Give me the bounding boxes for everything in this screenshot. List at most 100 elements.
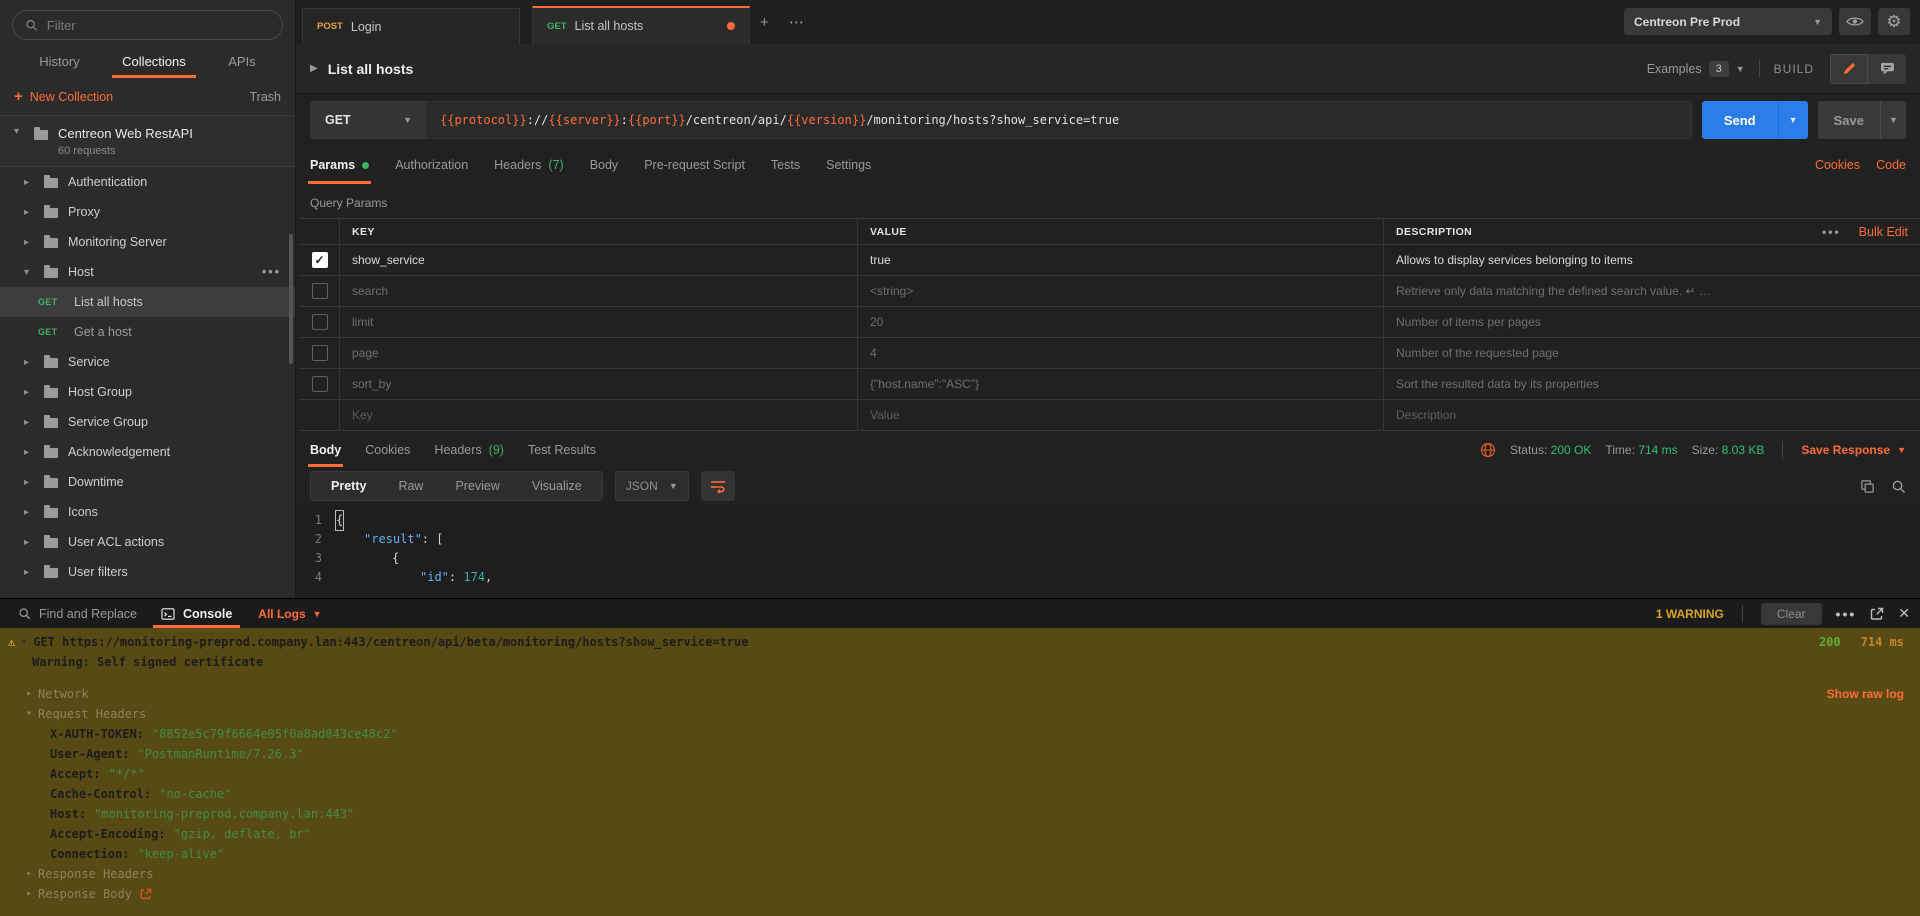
console-section-network[interactable]: ▸ Network Show raw log — [0, 684, 1920, 704]
chevron-down-icon[interactable]: ▾ — [21, 632, 33, 652]
format-selector[interactable]: JSON ▼ — [615, 471, 689, 501]
param-desc[interactable]: Number of the requested page — [1384, 338, 1920, 368]
tab-tests[interactable]: Tests — [771, 146, 800, 184]
search-response-icon[interactable] — [1891, 479, 1906, 494]
param-checkbox[interactable] — [312, 314, 328, 330]
save-response-button[interactable]: Save Response ▼ — [1801, 443, 1906, 457]
sidebar-item-user-acl-actions[interactable]: User ACL actions — [0, 527, 295, 557]
console-section-request-headers[interactable]: ▾ Request Headers — [0, 704, 1920, 724]
param-value[interactable]: 20 — [858, 307, 1384, 337]
sidebar-item-proxy[interactable]: Proxy — [0, 197, 295, 227]
sidebar-item-service[interactable]: Service — [0, 347, 295, 377]
send-button[interactable]: Send — [1702, 101, 1778, 139]
response-tab-headers[interactable]: Headers (9) — [434, 433, 504, 467]
param-key[interactable]: search — [340, 276, 858, 306]
sidebar-scrollbar[interactable] — [289, 234, 293, 364]
log-filter-dropdown[interactable]: All Logs ▼ — [258, 607, 321, 621]
wrap-text-button[interactable] — [701, 471, 735, 501]
tab-history[interactable]: History — [33, 46, 85, 78]
param-key[interactable]: limit — [340, 307, 858, 337]
param-key[interactable]: sort_by — [340, 369, 858, 399]
sidebar-item-downtime[interactable]: Downtime — [0, 467, 295, 497]
find-and-replace-button[interactable]: Find and Replace — [10, 599, 145, 628]
clear-console-button[interactable]: Clear — [1761, 603, 1822, 625]
environment-quick-look-button[interactable] — [1839, 8, 1871, 35]
new-collection-button[interactable]: + New Collection — [14, 88, 113, 105]
params-menu-icon[interactable]: ••• — [1822, 225, 1841, 239]
param-value[interactable]: {"host.name":"ASC"} — [858, 369, 1384, 399]
save-options-button[interactable]: ▼ — [1880, 101, 1906, 139]
sidebar-item-get-a-host[interactable]: GETGet a host — [0, 317, 295, 347]
filter-box[interactable] — [12, 10, 283, 40]
tab-collections[interactable]: Collections — [116, 46, 192, 78]
tab-params[interactable]: Params — [310, 146, 369, 184]
console-tab[interactable]: Console — [153, 599, 240, 628]
examples-dropdown[interactable]: Examples 3 ▼ — [1647, 61, 1745, 77]
trash-button[interactable]: Trash — [250, 90, 282, 104]
sidebar-item-list-all-hosts[interactable]: GETList all hosts — [0, 287, 295, 317]
response-tab-cookies[interactable]: Cookies — [365, 433, 410, 467]
view-preview[interactable]: Preview — [439, 479, 515, 493]
console-menu-icon[interactable]: ••• — [1836, 606, 1857, 622]
console-section-response-headers[interactable]: ▸ Response Headers — [0, 864, 1920, 884]
tab-pre-request-script[interactable]: Pre-request Script — [644, 146, 745, 184]
chevron-down-icon[interactable] — [14, 126, 24, 157]
sidebar-item-host-group[interactable]: Host Group — [0, 377, 295, 407]
open-response-body-icon[interactable] — [140, 888, 152, 900]
sidebar-item-icons[interactable]: Icons — [0, 497, 295, 527]
param-value[interactable]: true — [858, 245, 1384, 275]
param-value-placeholder[interactable]: Value — [858, 400, 1384, 430]
environment-settings-button[interactable]: ⚙ — [1878, 8, 1910, 35]
new-tab-button[interactable]: + — [750, 8, 779, 37]
code-link[interactable]: Code — [1876, 158, 1906, 172]
method-selector[interactable]: GET ▼ — [311, 102, 426, 138]
tab-authorization[interactable]: Authorization — [395, 146, 468, 184]
console-section-response-body[interactable]: ▸ Response Body — [0, 884, 1920, 904]
tab-options-button[interactable]: ⋯ — [779, 7, 814, 37]
sidebar-item-host[interactable]: Host ••• — [0, 257, 295, 287]
console-request-line[interactable]: ⚠ ▾ GET https://monitoring-preprod.compa… — [0, 632, 1920, 652]
response-body-editor[interactable]: 1 { 2 "result": [ 3 { 4 "id": 174, — [296, 505, 1920, 595]
sidebar-item-user-filters[interactable]: User filters — [0, 557, 295, 587]
environment-selector[interactable]: Centreon Pre Prod ▼ — [1624, 8, 1832, 35]
param-checkbox[interactable] — [312, 345, 328, 361]
save-button[interactable]: Save — [1818, 101, 1880, 139]
sidebar-item-authentication[interactable]: Authentication — [0, 167, 295, 197]
request-tab-login[interactable]: POST Login — [302, 8, 520, 44]
tab-headers[interactable]: Headers (7) — [494, 146, 564, 184]
view-pretty[interactable]: Pretty — [315, 479, 382, 493]
param-desc[interactable]: Allows to display services belonging to … — [1384, 245, 1920, 275]
param-checkbox[interactable]: ✓ — [312, 252, 328, 268]
network-warning-icon[interactable] — [1480, 442, 1496, 458]
param-key[interactable]: show_service — [340, 245, 858, 275]
filter-input[interactable] — [47, 18, 270, 33]
url-input[interactable]: {{protocol}}://{{server}}:{{port}}/centr… — [426, 102, 1691, 138]
open-in-new-icon[interactable] — [1870, 607, 1884, 621]
comments-button[interactable] — [1868, 54, 1906, 84]
tab-settings[interactable]: Settings — [826, 146, 871, 184]
param-checkbox[interactable] — [312, 376, 328, 392]
sidebar-item-service-group[interactable]: Service Group — [0, 407, 295, 437]
copy-icon[interactable] — [1860, 479, 1875, 494]
bulk-edit-link[interactable]: Bulk Edit — [1859, 225, 1908, 239]
param-key[interactable]: page — [340, 338, 858, 368]
sidebar-item-acknowledgement[interactable]: Acknowledgement — [0, 437, 295, 467]
close-console-icon[interactable]: ✕ — [1898, 605, 1910, 622]
sidebar-item-monitoring-server[interactable]: Monitoring Server — [0, 227, 295, 257]
show-raw-log-link[interactable]: Show raw log — [1827, 684, 1904, 704]
param-desc[interactable]: Number of items per pages — [1384, 307, 1920, 337]
tab-body[interactable]: Body — [590, 146, 619, 184]
param-value[interactable]: 4 — [858, 338, 1384, 368]
request-tab-list-all-hosts[interactable]: GET List all hosts — [532, 6, 750, 44]
param-value[interactable]: <string> — [858, 276, 1384, 306]
param-checkbox[interactable] — [312, 283, 328, 299]
view-raw[interactable]: Raw — [382, 479, 439, 493]
collection-root[interactable]: Centreon Web RestAPI 60 requests — [0, 116, 295, 167]
collapse-request-icon[interactable]: ▶ — [310, 63, 318, 74]
param-desc-placeholder[interactable]: Description — [1384, 400, 1920, 430]
response-tab-body[interactable]: Body — [310, 433, 341, 467]
view-visualize[interactable]: Visualize — [516, 479, 598, 493]
edit-request-button[interactable] — [1830, 54, 1868, 84]
param-key-placeholder[interactable]: Key — [340, 400, 858, 430]
response-tab-test-results[interactable]: Test Results — [528, 433, 596, 467]
